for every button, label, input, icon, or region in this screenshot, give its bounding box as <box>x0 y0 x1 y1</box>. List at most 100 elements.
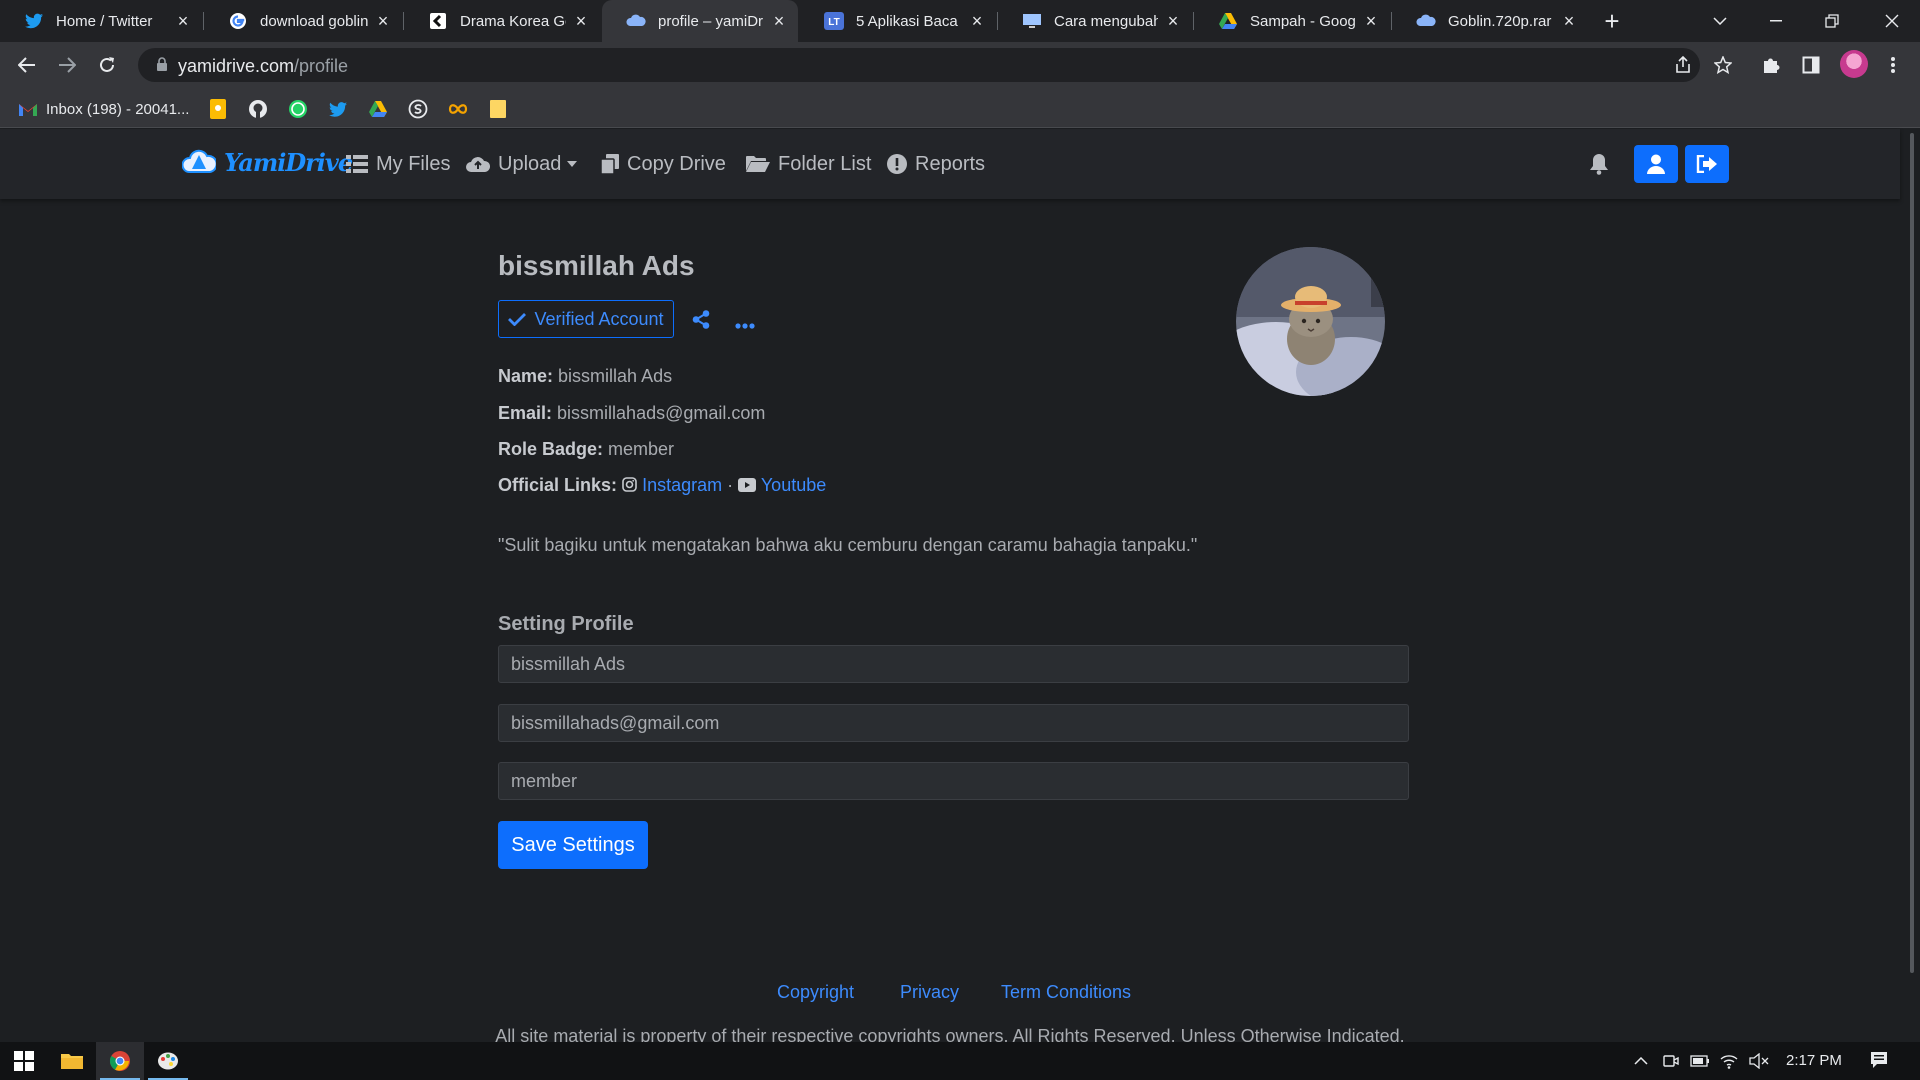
back-button[interactable] <box>12 50 42 80</box>
close-tab-icon[interactable]: × <box>374 12 392 30</box>
s-circle-icon <box>408 99 428 119</box>
role-input[interactable] <box>498 762 1409 800</box>
taskbar-clock[interactable]: 2:17 PM <box>1786 1052 1842 1069</box>
chevron-down-icon <box>567 161 578 167</box>
tab-google-search[interactable]: download goblin × <box>204 0 402 42</box>
tab-sampah-google-drive[interactable]: Sampah - Google × <box>1194 0 1390 42</box>
name-input[interactable] <box>498 645 1409 683</box>
bookmark-twitter[interactable] <box>328 98 348 120</box>
note-icon <box>488 99 508 119</box>
wifi-icon[interactable] <box>1719 1052 1739 1070</box>
page-scrollbar[interactable] <box>1904 129 1920 1042</box>
bookmark-note[interactable] <box>488 98 508 120</box>
forward-button[interactable] <box>52 50 82 80</box>
email-label: Email: <box>498 403 553 423</box>
profile-button[interactable] <box>1634 145 1678 183</box>
footer-link-copyright[interactable]: Copyright <box>777 982 854 1003</box>
tab-cara-mengubah[interactable]: Cara mengubah b × <box>998 0 1192 42</box>
battery-icon[interactable] <box>1690 1052 1710 1070</box>
info-role-row: Role Badge: member <box>498 439 674 460</box>
bookmark-star-icon[interactable] <box>1712 54 1734 76</box>
bookmark-gmail[interactable]: Inbox (198) - 20041... <box>18 98 189 120</box>
nav-upload-dropdown[interactable]: Upload <box>466 151 578 177</box>
bookmark-whatsapp[interactable] <box>288 98 308 120</box>
meet-now-icon[interactable] <box>1661 1052 1681 1070</box>
nav-my-files[interactable]: My Files <box>346 151 450 177</box>
nav-reports[interactable]: Reports <box>887 151 985 177</box>
check-icon <box>508 313 527 326</box>
bookmark-google-drive[interactable] <box>368 98 388 120</box>
close-tab-icon[interactable]: × <box>1362 12 1380 30</box>
tab-goblin-rar[interactable]: Goblin.720p.rar – × <box>1392 0 1588 42</box>
whatsapp-icon <box>288 99 308 119</box>
start-button[interactable] <box>0 1042 48 1080</box>
close-tab-icon[interactable]: × <box>572 12 590 30</box>
file-explorer-button[interactable] <box>48 1042 96 1080</box>
browser-menu-icon[interactable] <box>1880 52 1906 78</box>
instagram-icon <box>622 477 637 492</box>
tab-twitter[interactable]: Home / Twitter × <box>0 0 202 42</box>
notification-center-icon[interactable] <box>1869 1051 1889 1069</box>
scrollbar-thumb[interactable] <box>1910 133 1914 973</box>
close-tab-icon[interactable]: × <box>174 12 192 30</box>
bookmarks-bar: Inbox (198) - 20041... <box>0 88 1920 128</box>
monitor-icon <box>1022 11 1042 31</box>
email-input[interactable] <box>498 704 1409 742</box>
reload-button[interactable] <box>92 50 122 80</box>
role-label: Role Badge: <box>498 439 604 459</box>
address-bar[interactable]: yamidrive.com/profile <box>138 48 1732 82</box>
minimize-button[interactable] <box>1748 0 1804 42</box>
bookmark-keep[interactable] <box>208 98 228 120</box>
copy-icon <box>601 154 619 174</box>
tab-title: Goblin.720p.rar – <box>1448 12 1554 30</box>
restore-button[interactable] <box>1804 0 1860 42</box>
chrome-icon <box>109 1051 130 1071</box>
tab-drama-korea[interactable]: Drama Korea Gob × <box>404 0 600 42</box>
windows-taskbar: 2:17 PM <box>0 1042 1920 1080</box>
notification-bell-icon[interactable] <box>1589 153 1609 180</box>
verified-account-button[interactable]: Verified Account <box>498 300 674 338</box>
email-value: bissmillahads@gmail.com <box>557 403 766 423</box>
close-tab-icon[interactable]: × <box>1560 12 1578 30</box>
extensions-puzzle-icon[interactable] <box>1758 52 1784 78</box>
new-tab-button[interactable]: + <box>1598 7 1626 35</box>
brand-logo[interactable]: YamiDrive <box>182 145 353 179</box>
share-icon[interactable] <box>692 310 710 334</box>
lock-icon[interactable] <box>156 57 168 77</box>
bookmark-s[interactable] <box>408 98 428 120</box>
instagram-link[interactable]: Instagram <box>642 475 722 495</box>
tab-title: Cara mengubah b <box>1054 12 1158 30</box>
bookmark-infinity[interactable] <box>448 98 468 120</box>
close-tab-icon[interactable]: × <box>1164 12 1182 30</box>
browser-tab-strip: Home / Twitter × download goblin × Drama… <box>0 0 1920 42</box>
bookmark-github[interactable] <box>248 98 268 120</box>
footer-link-privacy[interactable]: Privacy <box>900 982 959 1003</box>
more-options-icon[interactable] <box>735 316 755 334</box>
close-tab-icon[interactable]: × <box>770 12 788 30</box>
youtube-link[interactable]: Youtube <box>761 475 826 495</box>
yamidrive-icon <box>626 11 646 31</box>
nav-folder-list[interactable]: Folder List <box>746 151 871 177</box>
share-page-icon[interactable] <box>1672 54 1694 76</box>
speaker-muted-icon[interactable] <box>1749 1052 1769 1070</box>
tab-profile-yamidrive[interactable]: profile – yamiDriv × <box>602 0 798 42</box>
tab-search-icon[interactable] <box>1692 0 1748 42</box>
browser-toolbar: yamidrive.com/profile <box>0 42 1920 88</box>
folder-open-icon <box>746 156 770 172</box>
close-window-button[interactable] <box>1864 0 1920 42</box>
nav-folder-list-label: Folder List <box>778 152 872 175</box>
chrome-taskbar-button[interactable] <box>96 1042 144 1080</box>
logout-button[interactable] <box>1685 145 1729 183</box>
paint-app-button[interactable] <box>144 1042 192 1080</box>
info-email-row: Email: bissmillahads@gmail.com <box>498 403 765 424</box>
tab-aplikasi-baca[interactable]: LT 5 Aplikasi Baca K × <box>800 0 996 42</box>
nav-copy-drive[interactable]: Copy Drive <box>601 151 726 177</box>
show-hidden-icons-chevron-icon[interactable] <box>1631 1052 1651 1070</box>
links-label: Official Links: <box>498 475 618 495</box>
browser-profile-avatar[interactable] <box>1840 50 1868 78</box>
side-panel-icon[interactable] <box>1798 52 1824 78</box>
tab-title: Sampah - Google <box>1250 12 1356 30</box>
close-tab-icon[interactable]: × <box>968 12 986 30</box>
save-settings-button[interactable]: Save Settings <box>498 821 648 869</box>
footer-link-terms[interactable]: Term Conditions <box>1001 982 1131 1003</box>
